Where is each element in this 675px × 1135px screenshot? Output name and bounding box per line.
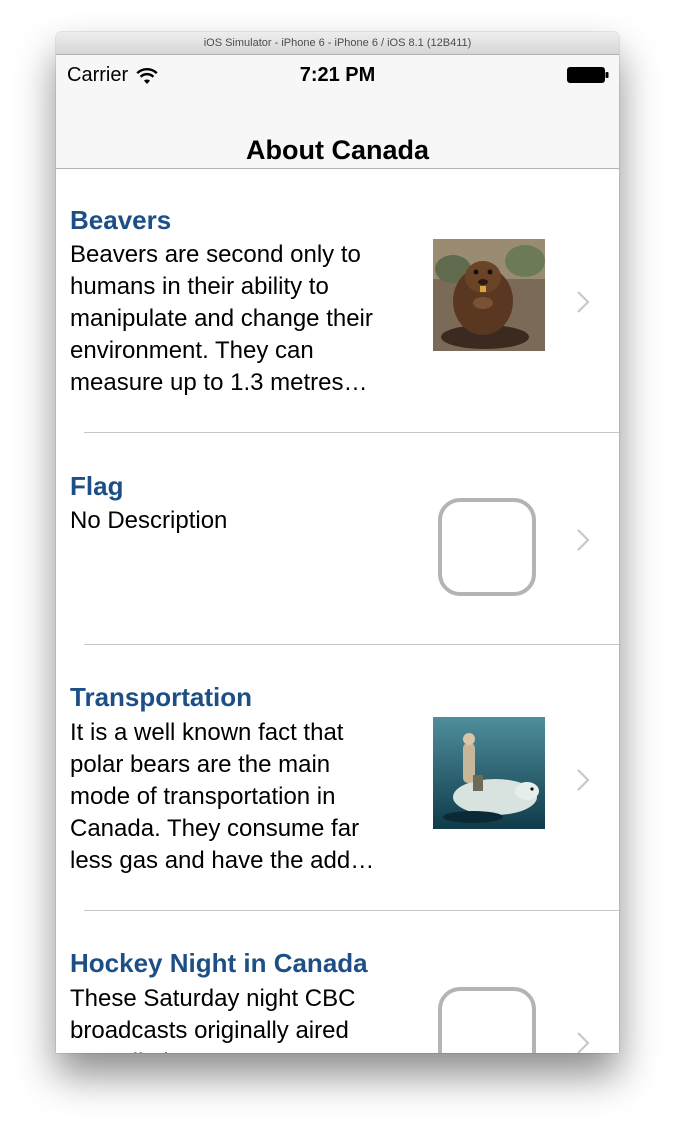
table-row[interactable]: Transportation It is a well known fact t… (56, 645, 619, 911)
simulator-window: iOS Simulator - iPhone 6 - iPhone 6 / iO… (56, 32, 619, 1053)
row-description: It is a well known fact that polar bears… (70, 719, 375, 874)
row-title: Beavers (70, 205, 172, 235)
table-row[interactable]: Hockey Night in Canada These Saturday ni… (56, 911, 619, 1053)
row-description: Beavers are second only to humans in the… (70, 241, 373, 396)
beaver-photo (433, 239, 545, 351)
chevron-right-icon (577, 769, 590, 791)
table-row[interactable]: Beavers Beavers are second only to human… (56, 169, 619, 433)
status-time: 7:21 PM (299, 64, 376, 86)
table-view[interactable]: Beavers Beavers are second only to human… (56, 169, 619, 1053)
polar-bear-rider-photo (433, 717, 545, 829)
battery-icon (567, 67, 609, 83)
page-title: About Canada (245, 135, 429, 165)
chevron-right-icon (577, 529, 590, 551)
row-title: Flag (70, 471, 124, 501)
row-title: Hockey Night in Canada (70, 948, 368, 978)
navigation-bar: Carrier 7:21 PM About Canada (56, 55, 619, 169)
simulator-title-bar: iOS Simulator - iPhone 6 - iPhone 6 / iO… (56, 32, 619, 55)
chevron-right-icon (577, 1032, 590, 1053)
chevron-right-icon (577, 291, 590, 313)
table-row[interactable]: Flag No Description (56, 433, 619, 645)
row-description: No Description (70, 507, 228, 534)
row-title: Transportation (70, 682, 253, 712)
image-placeholder-icon (438, 498, 536, 596)
status-bar: Carrier 7:21 PM (56, 55, 619, 95)
row-description: These Saturday night CBC broadcasts orig… (70, 985, 356, 1053)
image-placeholder-icon (438, 987, 536, 1053)
